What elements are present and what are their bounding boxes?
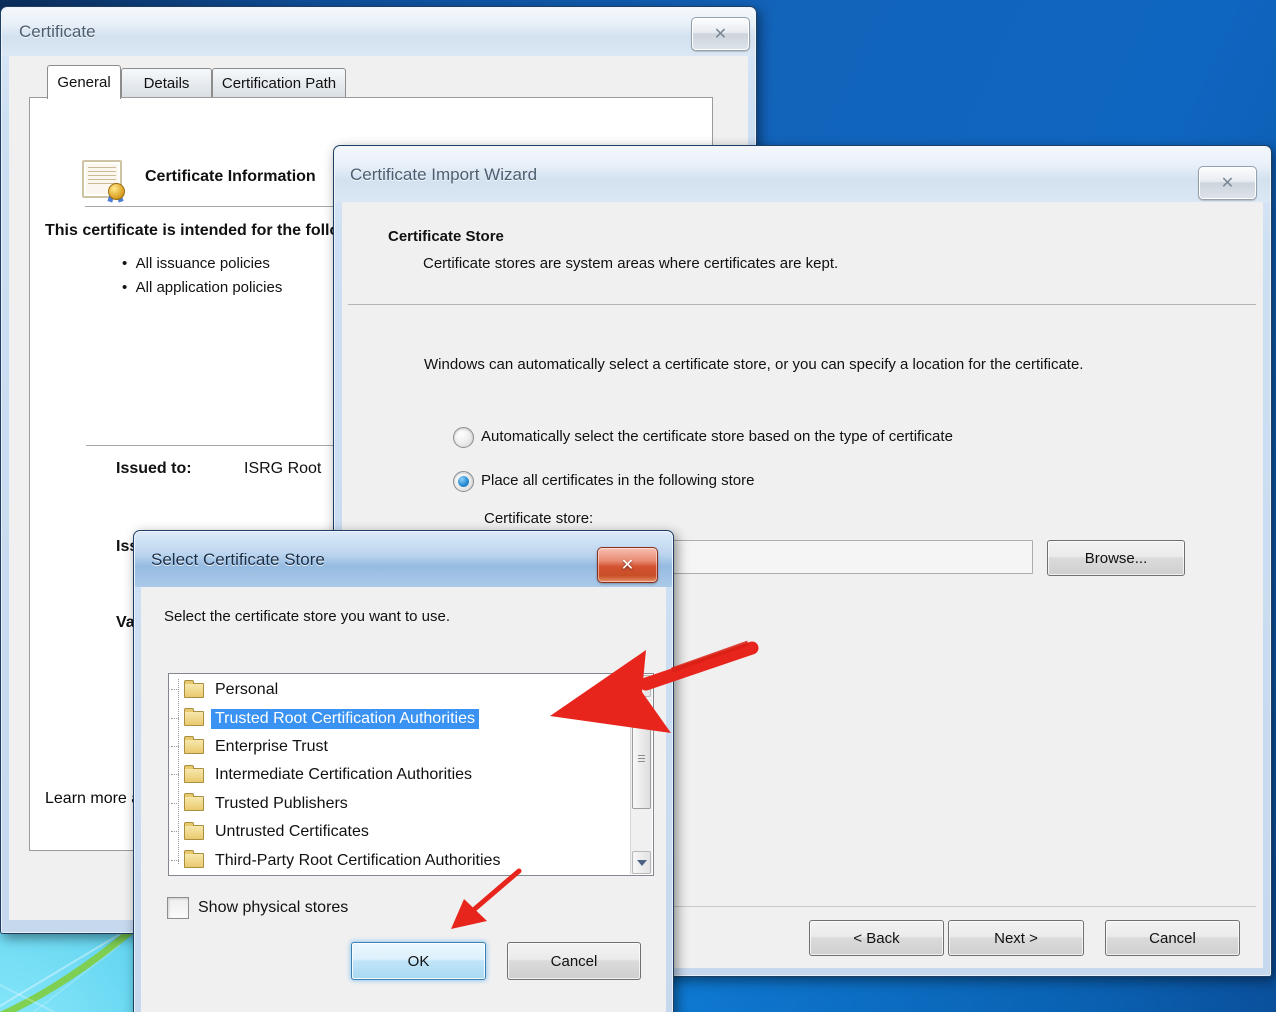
wizard-title: Certificate Import Wizard <box>350 165 537 185</box>
select-store-prompt: Select the certificate store you want to… <box>164 608 450 625</box>
close-icon[interactable]: ✕ <box>1198 166 1257 200</box>
folder-icon <box>184 683 204 698</box>
back-button[interactable]: < Back <box>809 920 944 956</box>
store-list-item-selected[interactable]: Trusted Root Certification Authorities <box>169 704 630 732</box>
tab-certification-path-label: Certification Path <box>222 75 336 92</box>
wizard-instruction-text: Windows can automatically select a certi… <box>424 353 1169 377</box>
wizard-page-heading: Certificate Store <box>388 228 504 245</box>
store-list-item[interactable]: Untrusted Certificates <box>169 818 630 846</box>
issued-to-value: ISRG Root <box>244 460 321 478</box>
select-store-cancel-button[interactable]: Cancel <box>507 942 641 980</box>
bullet-icon: • <box>122 279 127 296</box>
store-list-item[interactable]: Trusted Publishers <box>169 790 630 818</box>
tab-general-label: General <box>57 74 110 91</box>
radio-auto-select-store-label[interactable]: Automatically select the certificate sto… <box>481 428 953 445</box>
certificate-store-list[interactable]: Personal Trusted Root Certification Auth… <box>168 673 654 876</box>
show-physical-stores-label[interactable]: Show physical stores <box>198 899 348 917</box>
scrollbar-thumb[interactable] <box>632 713 651 809</box>
issued-to-label: Issued to: <box>116 460 192 478</box>
select-certificate-store-dialog: Select Certificate Store ✕ Select the ce… <box>133 530 674 1012</box>
scroll-up-icon[interactable] <box>632 675 651 697</box>
certificate-dialog-title: Certificate <box>19 22 96 42</box>
show-physical-stores-checkbox[interactable] <box>167 897 189 919</box>
certificate-information-heading: Certificate Information <box>145 168 316 186</box>
tab-details-label: Details <box>144 75 190 92</box>
folder-icon <box>184 796 204 811</box>
next-button[interactable]: Next > <box>948 920 1084 956</box>
wizard-page-subheading: Certificate stores are system areas wher… <box>423 255 838 272</box>
ok-button[interactable]: OK <box>351 942 486 980</box>
wizard-cancel-button-label: Cancel <box>1149 930 1196 947</box>
tab-certification-path[interactable]: Certification Path <box>212 68 346 98</box>
tab-general[interactable]: General <box>47 65 121 99</box>
folder-icon <box>184 853 204 868</box>
folder-icon <box>184 711 204 726</box>
purpose-item: • All application policies <box>122 279 282 296</box>
store-list-item[interactable]: Enterprise Trust <box>169 733 630 761</box>
certificate-dialog-titlebar[interactable]: Certificate ✕ <box>2 8 755 56</box>
browse-button-label: Browse... <box>1085 550 1148 567</box>
select-store-cancel-button-label: Cancel <box>551 953 598 970</box>
close-icon[interactable]: ✕ <box>691 17 750 51</box>
radio-place-in-store-label[interactable]: Place all certificates in the following … <box>481 472 754 489</box>
scroll-down-icon[interactable] <box>632 851 651 874</box>
store-list-item[interactable]: Third-Party Root Certification Authoriti… <box>169 846 630 874</box>
store-list-item[interactable]: Personal <box>169 676 630 704</box>
tab-details[interactable]: Details <box>121 68 212 98</box>
list-scrollbar[interactable] <box>630 675 652 874</box>
close-icon[interactable]: ✕ <box>597 547 658 583</box>
browse-button[interactable]: Browse... <box>1047 540 1185 576</box>
wizard-cancel-button[interactable]: Cancel <box>1105 920 1240 956</box>
certificate-icon <box>82 160 126 200</box>
store-list-item[interactable]: Intermediate Certification Authorities <box>169 761 630 789</box>
folder-icon <box>184 739 204 754</box>
select-store-title: Select Certificate Store <box>151 550 325 570</box>
folder-icon <box>184 825 204 840</box>
purpose-item: • All issuance policies <box>122 255 270 272</box>
radio-place-in-store[interactable] <box>453 471 474 492</box>
ok-button-label: OK <box>408 953 430 970</box>
back-button-label: < Back <box>853 930 899 947</box>
next-button-label: Next > <box>994 930 1038 947</box>
desktop: { "icons": { "close_glyph": "✕", "bullet… <box>0 0 1276 1012</box>
bullet-icon: • <box>122 255 127 272</box>
certificate-store-label: Certificate store: <box>484 510 593 527</box>
folder-icon <box>184 768 204 783</box>
wizard-titlebar[interactable]: Certificate Import Wizard ✕ <box>335 147 1270 202</box>
select-store-titlebar[interactable]: Select Certificate Store ✕ <box>135 532 672 587</box>
radio-auto-select-store[interactable] <box>453 427 474 448</box>
